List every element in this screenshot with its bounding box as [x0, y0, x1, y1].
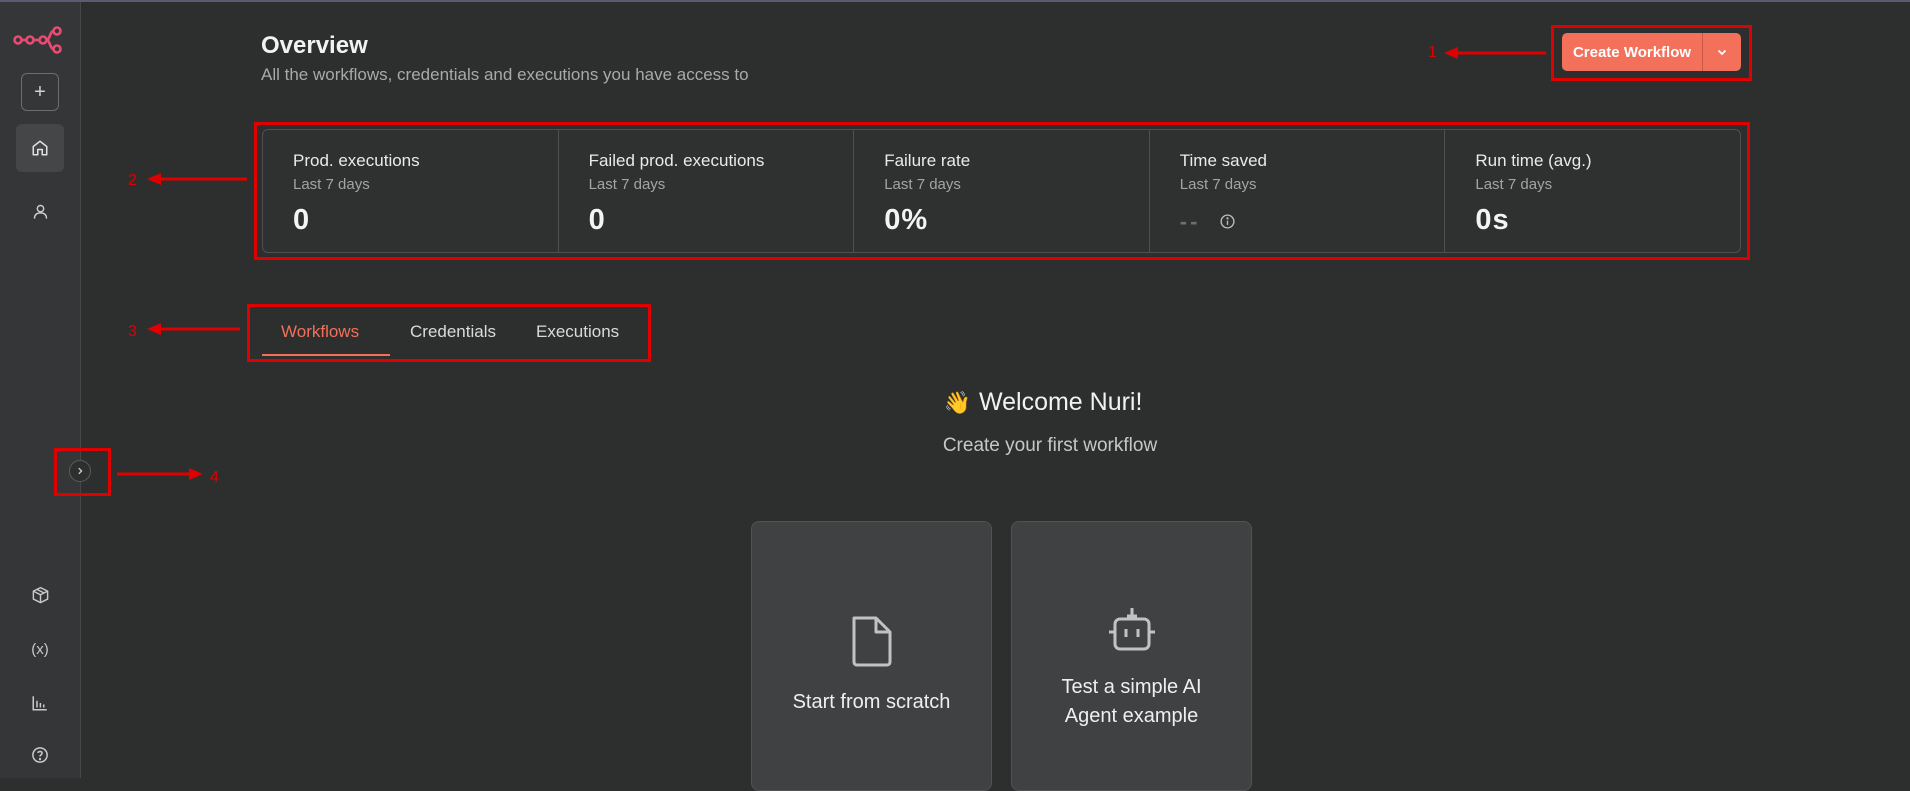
- help-icon: [32, 747, 48, 763]
- welcome-heading: 👋 Welcome Nuri!: [0, 388, 1910, 417]
- annotation-arrow-1: [1444, 47, 1546, 59]
- waving-hand-icon: 👋: [943, 390, 971, 415]
- sidebar-item-insights[interactable]: [24, 688, 56, 718]
- sidebar-item-variables[interactable]: (x): [24, 634, 56, 664]
- ai-agent-example-card[interactable]: Test a simple AI Agent example: [1011, 521, 1252, 791]
- sidebar-item-personal[interactable]: [21, 194, 59, 228]
- start-from-scratch-card[interactable]: Start from scratch: [751, 521, 992, 791]
- bar-chart-icon: [32, 696, 47, 711]
- welcome-text: Welcome Nuri!: [978, 388, 1143, 416]
- robot-icon: [1108, 608, 1155, 651]
- annotation-number-1: 1: [1428, 44, 1437, 61]
- annotation-box-4: [54, 448, 111, 496]
- annotation-box-3: [247, 304, 651, 362]
- annotation-number-2: 2: [128, 172, 137, 189]
- templates-box-icon: [32, 586, 48, 603]
- sidebar-item-overview[interactable]: [16, 124, 64, 172]
- variables-icon: (x): [31, 640, 49, 658]
- annotation-number-3: 3: [128, 323, 137, 340]
- home-icon: [32, 140, 48, 156]
- page-subtitle: All the workflows, credentials and execu…: [261, 65, 749, 84]
- n8n-logo-icon[interactable]: [13, 26, 63, 54]
- file-icon: [852, 616, 891, 667]
- top-border: [0, 0, 1910, 2]
- sidebar-item-help[interactable]: [24, 740, 56, 770]
- annotation-arrow-3: [147, 323, 240, 335]
- plus-icon: +: [34, 80, 46, 103]
- card-label: Test a simple AI Agent example: [1061, 676, 1202, 727]
- annotation-box-2: [254, 122, 1750, 260]
- annotation-box-1: [1551, 25, 1752, 81]
- annotation-arrow-4: [117, 468, 203, 480]
- card-label: Start from scratch: [792, 691, 951, 713]
- welcome-subtitle: Create your first workflow: [942, 435, 1158, 456]
- sidebar-item-templates[interactable]: [24, 580, 56, 610]
- add-button[interactable]: +: [21, 73, 59, 111]
- page-title: Overview: [261, 32, 368, 59]
- annotation-number-4: 4: [210, 469, 219, 486]
- annotation-arrow-2: [147, 173, 247, 185]
- user-icon: [33, 204, 47, 219]
